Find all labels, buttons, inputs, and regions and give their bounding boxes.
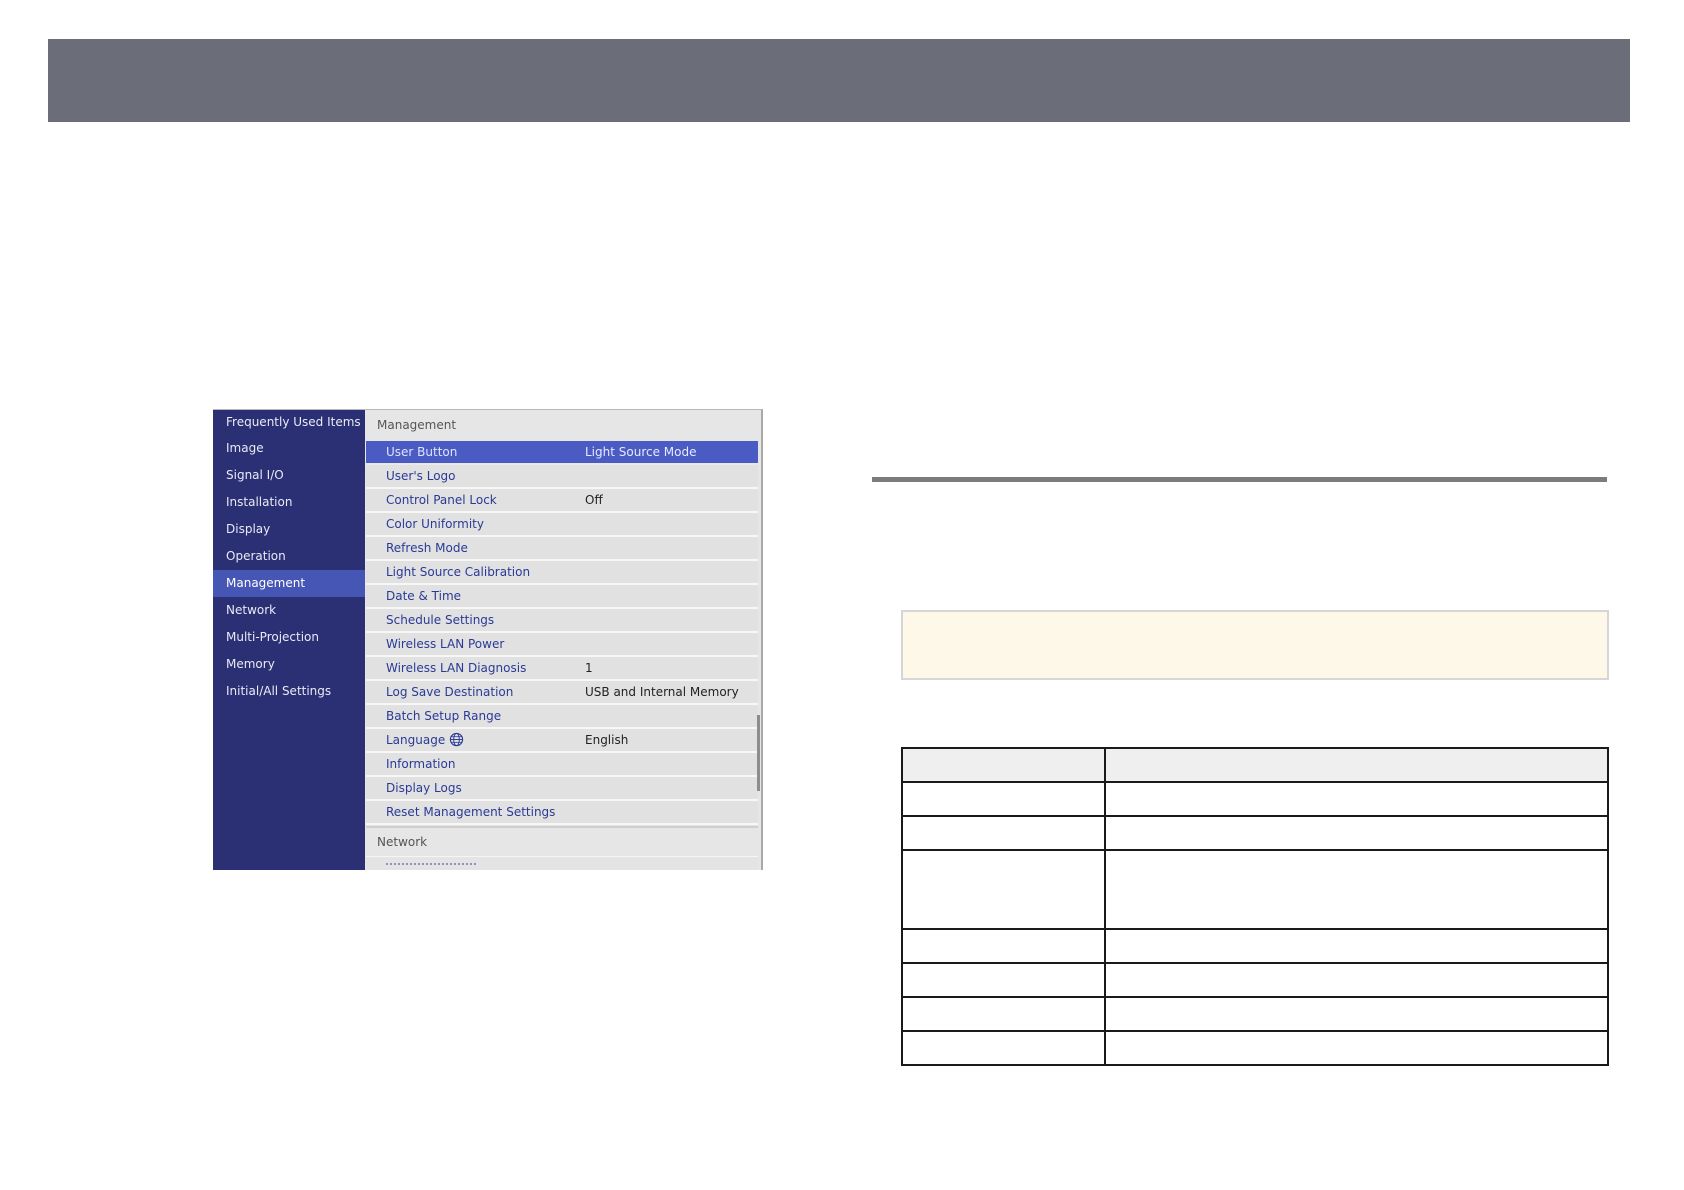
menu-row-wireless-lan-diagnosis[interactable]: Wireless LAN Diagnosis 1: [366, 657, 758, 681]
row-label: Wireless LAN Power: [386, 637, 505, 651]
table-cell: [1104, 962, 1609, 998]
row-value: Off: [585, 493, 603, 507]
settings-table: [901, 747, 1609, 1066]
row-label: Batch Setup Range: [386, 709, 502, 723]
menu-row-control-panel-lock[interactable]: Control Panel Lock Off: [366, 489, 758, 513]
table-cell: [901, 996, 1106, 1032]
page-header-bar: [48, 39, 1630, 122]
table-row: [901, 928, 1609, 964]
table-row: [901, 1030, 1609, 1066]
nav-item-frequently-used-items[interactable]: Frequently Used Items: [213, 410, 365, 435]
menu-row-users-logo[interactable]: User's Logo: [366, 465, 758, 489]
table-cell: [901, 1030, 1106, 1066]
menu-row-date-time[interactable]: Date & Time: [366, 585, 758, 609]
table-row: [901, 815, 1609, 851]
row-label: Wireless LAN Diagnosis: [386, 661, 527, 675]
table-cell: [901, 962, 1106, 998]
table-header-cell: [1104, 747, 1609, 783]
projector-settings-menu: Frequently Used Items Image Signal I/O I…: [213, 409, 763, 870]
row-label: Language: [386, 733, 446, 747]
row-value: Light Source Mode: [585, 445, 697, 459]
table-cell: [1104, 1030, 1609, 1066]
nav-item-image[interactable]: Image: [213, 435, 365, 462]
nav-item-initial-all-settings[interactable]: Initial/All Settings: [213, 678, 365, 705]
table-cell: [1104, 815, 1609, 851]
menu-row-color-uniformity[interactable]: Color Uniformity: [366, 513, 758, 537]
row-label: Light Source Calibration: [386, 565, 531, 579]
menu-row-schedule-settings[interactable]: Schedule Settings: [366, 609, 758, 633]
row-value: English: [585, 733, 629, 747]
nav-item-installation[interactable]: Installation: [213, 489, 365, 516]
table-row: [901, 849, 1609, 930]
row-value: USB and Internal Memory: [585, 685, 739, 699]
menu-row-display-logs[interactable]: Display Logs: [366, 777, 758, 801]
nav-item-multi-projection[interactable]: Multi-Projection: [213, 624, 365, 651]
row-label: Display Logs: [386, 781, 462, 795]
nav-item-network[interactable]: Network: [213, 597, 365, 624]
menu-row-cut-off: [366, 856, 758, 870]
menu-row-reset-management-settings[interactable]: Reset Management Settings: [366, 801, 758, 825]
row-label-wrap: Language: [386, 729, 464, 751]
row-label: User's Logo: [386, 469, 456, 483]
table-cell: [901, 815, 1106, 851]
table-cell: [901, 781, 1106, 817]
menu-row-batch-setup-range[interactable]: Batch Setup Range: [366, 705, 758, 729]
section-divider-rule: [872, 477, 1607, 482]
table-row: [901, 962, 1609, 998]
menu-row-light-source-calibration[interactable]: Light Source Calibration: [366, 561, 758, 585]
nav-item-operation[interactable]: Operation: [213, 543, 365, 570]
menu-row-information[interactable]: Information: [366, 753, 758, 777]
table-cell: [901, 849, 1106, 930]
note-box: [901, 610, 1609, 680]
section-title-network: Network: [366, 826, 758, 856]
table-cell: [1104, 781, 1609, 817]
row-label: Reset Management Settings: [386, 805, 556, 819]
menu-row-language[interactable]: Language English: [366, 729, 758, 753]
globe-icon: [450, 732, 464, 747]
row-label: Log Save Destination: [386, 685, 514, 699]
row-value: 1: [585, 661, 593, 675]
nav-item-management[interactable]: Management: [213, 570, 365, 597]
menu-scrollbar-thumb[interactable]: [757, 715, 760, 791]
row-label: Refresh Mode: [386, 541, 468, 555]
table-cell: [1104, 849, 1609, 930]
row-label: Control Panel Lock: [386, 493, 497, 507]
row-label: User Button: [386, 445, 458, 459]
table-header-cell: [901, 747, 1106, 783]
row-label: Information: [386, 757, 456, 771]
nav-item-memory[interactable]: Memory: [213, 651, 365, 678]
menu-row-wireless-lan-power[interactable]: Wireless LAN Power: [366, 633, 758, 657]
nav-item-display[interactable]: Display: [213, 516, 365, 543]
table-row: [901, 781, 1609, 817]
nav-item-signal-io[interactable]: Signal I/O: [213, 462, 365, 489]
table-row: [901, 996, 1609, 1032]
menu-row-log-save-destination[interactable]: Log Save Destination USB and Internal Me…: [366, 681, 758, 705]
menu-nav-panel: Frequently Used Items Image Signal I/O I…: [213, 410, 365, 870]
section-title-management: Management: [366, 410, 758, 441]
table-cell: [901, 928, 1106, 964]
menu-row-refresh-mode[interactable]: Refresh Mode: [366, 537, 758, 561]
menu-settings-panel: Management User Button Light Source Mode…: [366, 410, 760, 870]
menu-row-user-button[interactable]: User Button Light Source Mode: [366, 441, 758, 465]
row-label: Schedule Settings: [386, 613, 495, 627]
row-label: Date & Time: [386, 589, 462, 603]
row-label: Color Uniformity: [386, 517, 484, 531]
table-cell: [1104, 996, 1609, 1032]
table-header-row: [901, 747, 1609, 783]
table-cell: [1104, 928, 1609, 964]
